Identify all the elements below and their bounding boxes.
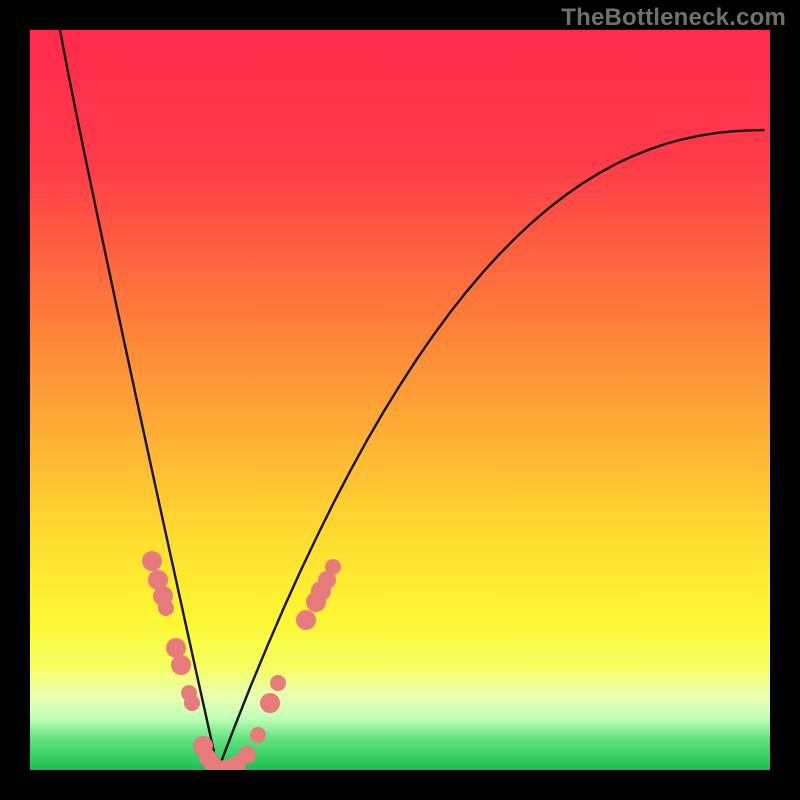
scatter-point <box>260 693 280 713</box>
scatter-point <box>158 600 174 616</box>
plot-background-gradient <box>30 30 770 770</box>
scatter-point <box>250 727 266 743</box>
watermark-label: TheBottleneck.com <box>561 4 786 32</box>
scatter-point <box>166 638 186 658</box>
chart-container: TheBottleneck.com <box>0 0 800 800</box>
scatter-point <box>142 551 162 571</box>
scatter-point <box>270 675 286 691</box>
scatter-point <box>171 655 191 675</box>
scatter-point <box>184 695 200 711</box>
scatter-point <box>296 610 316 630</box>
bottleneck-chart <box>0 0 800 800</box>
scatter-point <box>238 746 256 764</box>
scatter-point <box>325 559 341 575</box>
